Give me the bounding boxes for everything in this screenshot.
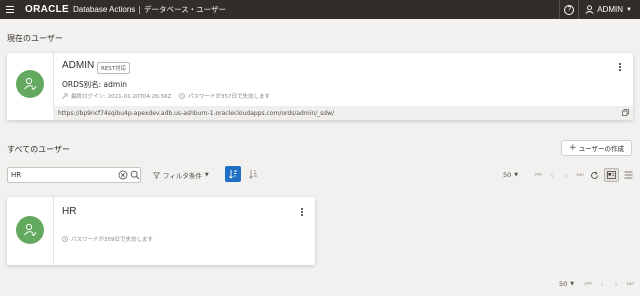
bottom-pager: 50 ▼ ⏮ ‹ › ⏭ [559, 278, 636, 290]
search-icon[interactable] [130, 170, 140, 180]
rest-url[interactable]: https://bp9ncf74sqibu4p-apexdev.adb.us-a… [58, 110, 334, 117]
clear-icon[interactable] [118, 170, 128, 180]
list-view-icon [624, 171, 633, 179]
user-name: HR [62, 206, 77, 217]
user-name: ADMIN [597, 5, 624, 14]
last-page-button[interactable]: ⏭ [574, 169, 586, 181]
page-title: データベース・ユーザー [144, 5, 226, 14]
rest-url-bar: https://bp9ncf74sqibu4p-apexdev.adb.us-a… [53, 106, 633, 120]
product-name: Database Actions [73, 5, 136, 14]
help-button[interactable]: ? [559, 0, 580, 19]
sort-ascending-button[interactable] [225, 166, 241, 182]
list-view-button[interactable] [621, 168, 636, 182]
clock-icon [62, 236, 68, 242]
filter-label: フィルタ条件 [163, 172, 202, 180]
create-user-button[interactable]: + ユーザーの作成 [561, 140, 632, 156]
card-divider [53, 53, 54, 106]
ords-alias: ORDS別名: admin [62, 80, 128, 89]
chevron-down-icon: ▼ [514, 172, 519, 178]
user-card: HR パスワードが359日で失効します [7, 197, 315, 265]
first-page-button[interactable]: ⏮ [582, 278, 594, 290]
filter-icon [153, 172, 160, 179]
card-view-button[interactable] [604, 168, 620, 182]
user-check-icon [24, 223, 37, 237]
card-actions-menu[interactable] [616, 62, 624, 72]
title-separator: | [138, 5, 141, 14]
password-expiry: パスワードが359日で失効します [62, 235, 153, 243]
user-name: ADMIN [62, 60, 95, 71]
card-divider [53, 197, 54, 265]
oracle-logo[interactable]: ORACLE [25, 4, 69, 15]
help-icon: ? [564, 4, 575, 15]
user-menu[interactable]: ADMIN ▼ [579, 5, 640, 14]
card-actions-menu[interactable] [298, 207, 306, 217]
avatar [16, 70, 44, 98]
hamburger-menu-button[interactable] [0, 0, 20, 19]
search-box [7, 167, 141, 183]
top-pager: 50 ▼ ⏮ ‹ › ⏭ [503, 168, 636, 182]
avatar [16, 216, 44, 244]
first-page-button[interactable]: ⏮ [532, 169, 544, 181]
current-user-heading: 現在のユーザー [7, 34, 63, 43]
top-bar: ORACLE Database Actions | データベース・ユーザー ? … [0, 0, 640, 19]
sort-descending-button[interactable] [245, 166, 261, 182]
sort-ascending-icon [229, 170, 237, 179]
next-page-button[interactable]: › [610, 278, 622, 290]
create-user-label: ユーザーの作成 [578, 145, 624, 153]
search-input[interactable] [11, 169, 111, 181]
page-size-select[interactable]: 50 ▼ [503, 171, 518, 179]
filter-dropdown[interactable]: フィルタ条件 ▼ [153, 170, 209, 180]
chevron-down-icon: ▼ [626, 6, 632, 13]
chevron-down-icon: ▼ [204, 172, 209, 178]
previous-page-button[interactable]: ‹ [596, 278, 608, 290]
login-icon [62, 93, 68, 99]
page-size-value: 50 [503, 171, 512, 179]
next-page-button[interactable]: › [560, 169, 572, 181]
clock-icon [179, 93, 185, 99]
user-icon [585, 5, 594, 14]
copy-icon[interactable] [622, 109, 629, 116]
refresh-button[interactable] [588, 169, 600, 181]
all-users-heading: すべてのユーザー [7, 145, 70, 154]
last-login-text: 最終ログイン: 2021-01-20T04:26:56Z [71, 94, 172, 100]
page-size-value: 50 [559, 280, 568, 288]
rest-enabled-badge: REST対応 [97, 62, 131, 74]
last-login: 最終ログイン: 2021-01-20T04:26:56Z [62, 92, 171, 100]
password-expiry-text: パスワードが359日で失効します [71, 237, 153, 243]
page-size-select[interactable]: 50 ▼ [559, 280, 574, 288]
previous-page-button[interactable]: ‹ [546, 169, 558, 181]
card-view-icon [607, 171, 616, 179]
last-page-button[interactable]: ⏭ [624, 278, 636, 290]
current-user-card: ADMIN REST対応 ORDS別名: admin 最終ログイン: 2021-… [7, 53, 633, 120]
refresh-icon [590, 171, 598, 179]
password-expiry-text: パスワードが357日で失効します [188, 94, 270, 100]
sort-descending-icon [249, 170, 257, 179]
chevron-down-icon: ▼ [570, 281, 575, 287]
user-check-icon [24, 77, 37, 91]
menu-icon [6, 6, 14, 13]
plus-icon: + [569, 143, 577, 153]
password-expiry: パスワードが357日で失効します [179, 92, 270, 100]
